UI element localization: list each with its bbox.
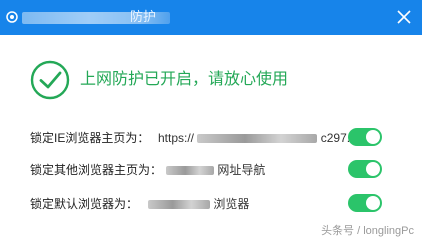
redacted-site-name bbox=[166, 166, 214, 176]
check-circle-icon bbox=[30, 60, 70, 100]
other-homepage-value: 网址导航 bbox=[166, 162, 265, 178]
ie-homepage-label: 锁定IE浏览器主页为： bbox=[30, 131, 150, 145]
ie-homepage-value: https:// c297... bbox=[158, 130, 357, 146]
setting-row-ie-homepage: 锁定IE浏览器主页为： https:// c297... bbox=[0, 126, 422, 150]
protection-status-message: 上网防护已开启，请放心使用 bbox=[80, 71, 289, 88]
window-title: 防护 bbox=[130, 9, 157, 24]
toggle-knob bbox=[366, 162, 380, 176]
toggle-knob bbox=[366, 130, 380, 144]
shield-logo-icon bbox=[6, 11, 18, 23]
protection-window: 防护 上网防护已开启，请放心使用 锁定IE浏览器主页为： https:// c2… bbox=[0, 0, 422, 244]
redacted-url bbox=[197, 134, 318, 144]
setting-row-default-browser: 锁定默认浏览器为： 浏览器 bbox=[0, 192, 422, 216]
redacted-browser-name bbox=[148, 200, 210, 210]
toggle-knob bbox=[366, 196, 380, 210]
ie-homepage-lock-toggle[interactable] bbox=[348, 128, 382, 146]
watermark: 头条号 / longlingPc bbox=[321, 225, 414, 237]
setting-row-other-homepage: 锁定其他浏览器主页为： 网址导航 bbox=[0, 158, 422, 182]
default-browser-label: 锁定默认浏览器为： bbox=[30, 197, 139, 211]
other-homepage-lock-toggle[interactable] bbox=[348, 160, 382, 178]
default-browser-name: 浏览器 bbox=[213, 197, 250, 211]
default-browser-value: 浏览器 bbox=[148, 196, 249, 212]
close-icon[interactable] bbox=[394, 7, 414, 27]
other-homepage-label: 锁定其他浏览器主页为： bbox=[30, 163, 163, 177]
default-browser-lock-toggle[interactable] bbox=[348, 194, 382, 212]
ie-homepage-url-prefix: https:// bbox=[158, 131, 195, 145]
title-bar: 防护 bbox=[0, 0, 422, 35]
other-homepage-site: 网址导航 bbox=[217, 163, 266, 177]
